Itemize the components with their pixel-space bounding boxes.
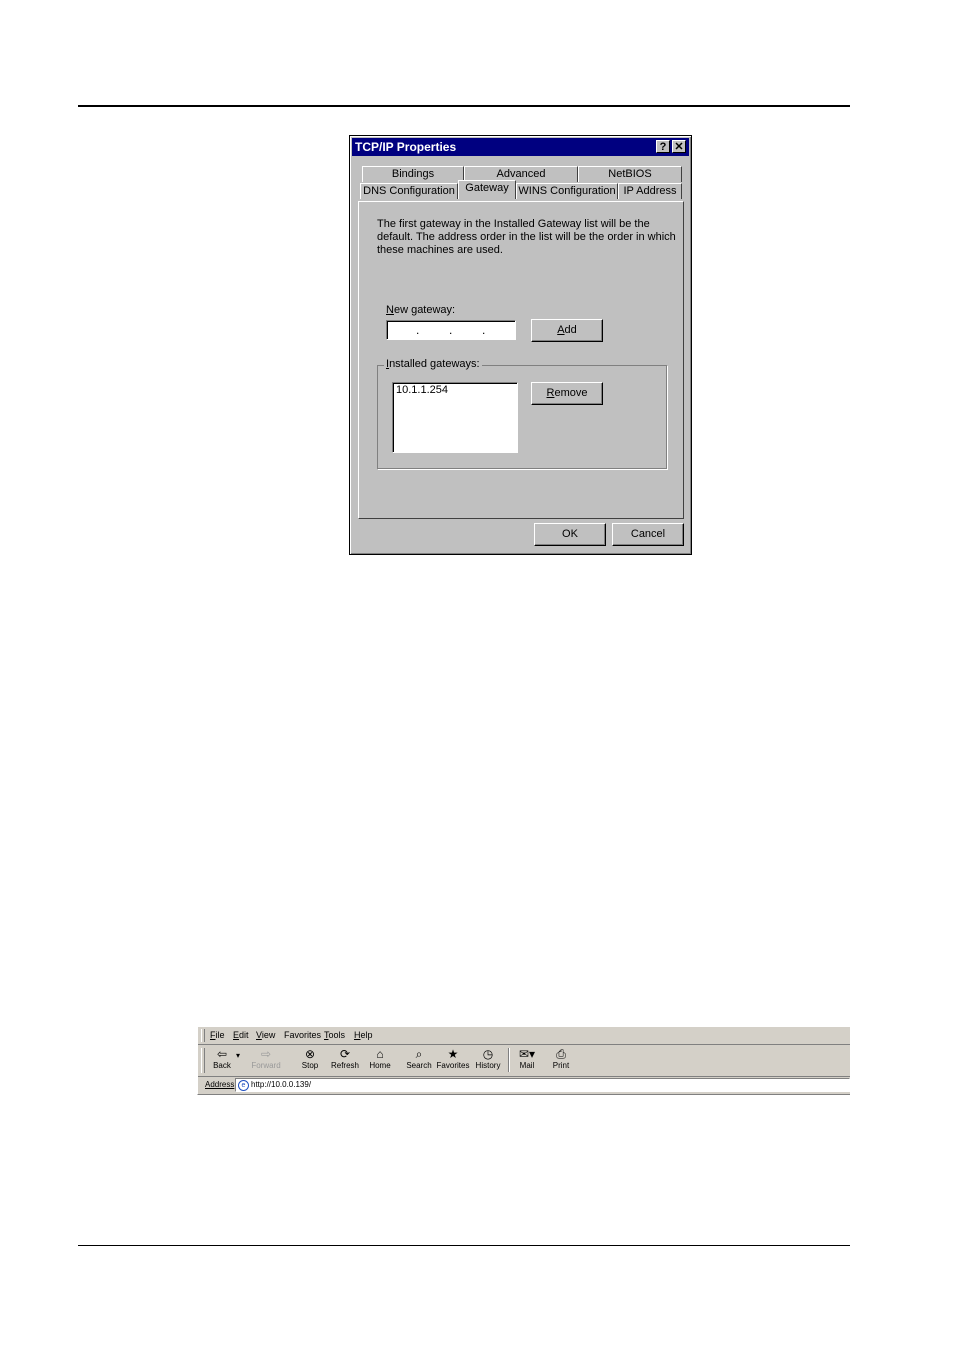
header-rule (78, 105, 850, 107)
home-icon: ⌂ (376, 1047, 384, 1061)
menu-tools[interactable]: Tools (324, 1030, 345, 1040)
menu-file[interactable]: File (210, 1030, 225, 1040)
remove-button[interactable]: Remove (531, 382, 603, 405)
forward-arrow-icon: ⇨ (260, 1047, 272, 1061)
stop-button[interactable]: ⊗ Stop (292, 1047, 328, 1070)
help-button[interactable]: ? (656, 140, 670, 153)
menu-favorites[interactable]: Favorites (284, 1030, 321, 1040)
add-button[interactable]: Add (531, 319, 603, 342)
gateway-description: The first gateway in the Installed Gatew… (377, 218, 676, 256)
address-bar: Address e http://10.0.0.139/ (198, 1077, 850, 1094)
address-value: http://10.0.0.139/ (251, 1080, 312, 1089)
new-gateway-label: New gateway: (386, 304, 456, 316)
dialog-titlebar[interactable]: TCP/IP Properties ? ✕ (352, 138, 689, 156)
tab-gateway[interactable]: Gateway (458, 180, 516, 199)
tab-dns-configuration[interactable]: DNS Configuration (360, 183, 458, 199)
menu-bar: File Edit View Favorites Tools Help (198, 1027, 850, 1045)
mail-icon: ✉▾ (518, 1047, 536, 1061)
history-button[interactable]: ◷ History (470, 1047, 506, 1070)
close-icon: ✕ (674, 141, 684, 153)
refresh-button[interactable]: ⟳ Refresh (327, 1047, 363, 1070)
search-icon: ⌕ (415, 1047, 423, 1061)
back-dropdown-icon[interactable]: ▾ (234, 1051, 242, 1060)
mail-button[interactable]: ✉▾ Mail (509, 1047, 545, 1070)
help-icon: ? (659, 141, 667, 153)
address-input[interactable]: e http://10.0.0.139/ (235, 1078, 850, 1092)
cancel-button[interactable]: Cancel (612, 523, 684, 546)
refresh-icon: ⟳ (339, 1047, 351, 1061)
tab-ip-address[interactable]: IP Address (618, 183, 682, 199)
stop-icon: ⊗ (304, 1047, 316, 1061)
ok-button[interactable]: OK (534, 523, 606, 546)
print-button[interactable]: ⎙ Print (543, 1047, 579, 1070)
menu-grip[interactable] (201, 1029, 205, 1042)
footer-rule (78, 1245, 850, 1246)
favorites-button[interactable]: ★ Favorites (435, 1047, 471, 1070)
installed-gateways-label: Installed gateways: (384, 358, 482, 370)
list-item[interactable]: 10.1.1.254 (396, 384, 514, 396)
tcpip-properties-dialog: TCP/IP Properties ? ✕ Bindings Advanced … (349, 135, 692, 555)
browser-toolbar-strip: File Edit View Favorites Tools Help ⇦ Bac… (197, 1026, 850, 1095)
close-button[interactable]: ✕ (672, 140, 686, 153)
address-label: Address (205, 1080, 235, 1089)
tab-netbios[interactable]: NetBIOS (578, 166, 682, 182)
installed-gateways-group: Installed gateways: 10.1.1.254 Remove (377, 358, 667, 469)
page-icon: e (238, 1080, 249, 1091)
gateway-panel: The first gateway in the Installed Gatew… (358, 201, 684, 519)
forward-button[interactable]: ⇨ Forward (248, 1047, 284, 1070)
history-icon: ◷ (482, 1047, 494, 1061)
new-gateway-ip-input[interactable]: . . . (386, 320, 516, 340)
tab-wins-configuration[interactable]: WINS Configuration (516, 183, 618, 199)
menu-help[interactable]: Help (354, 1030, 373, 1040)
menu-edit[interactable]: Edit (233, 1030, 249, 1040)
installed-gateways-list[interactable]: 10.1.1.254 (392, 382, 518, 453)
search-button[interactable]: ⌕ Search (401, 1047, 437, 1070)
favorites-icon: ★ (447, 1047, 459, 1061)
print-icon: ⎙ (556, 1047, 566, 1061)
menu-view[interactable]: View (256, 1030, 275, 1040)
tab-bindings[interactable]: Bindings (362, 166, 464, 182)
standard-toolbar: ⇦ Back ▾ ⇨ Forward ⊗ Stop ⟳ Refresh ⌂ Home ⌕ S… (198, 1045, 850, 1077)
dialog-title: TCP/IP Properties (355, 140, 457, 154)
home-button[interactable]: ⌂ Home (362, 1047, 398, 1070)
